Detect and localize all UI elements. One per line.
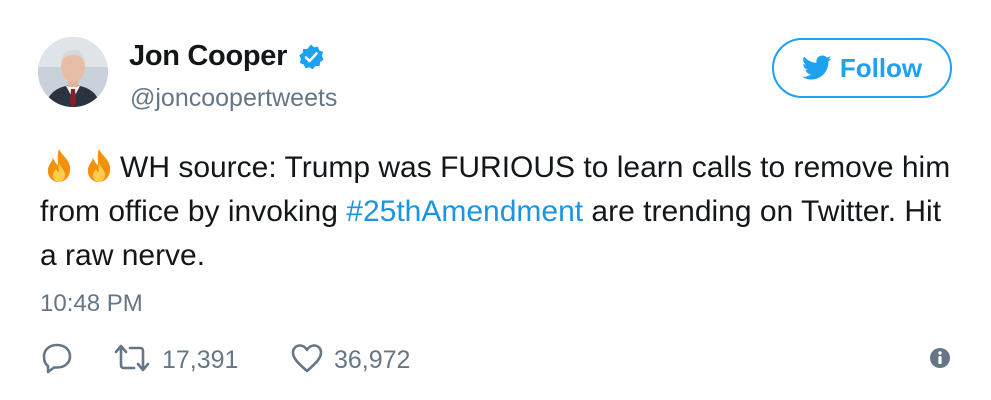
tweet-text: WH source: Trump was FURIOUS to learn ca… — [40, 146, 960, 278]
avatar[interactable] — [38, 37, 108, 107]
like-count: 36,972 — [334, 345, 411, 374]
reply-button[interactable] — [40, 340, 74, 380]
follow-button[interactable]: Follow — [772, 38, 952, 98]
retweet-button[interactable]: 17,391 — [112, 340, 238, 380]
twitter-bird-icon — [801, 55, 832, 81]
heart-icon — [290, 341, 324, 380]
user-name-row: Jon Cooper — [129, 40, 325, 73]
verified-badge-icon — [297, 43, 325, 71]
info-icon — [928, 346, 952, 375]
tweet-timestamp[interactable]: 10:48 PM — [40, 290, 143, 318]
like-button[interactable]: 36,972 — [290, 340, 410, 380]
retweet-icon — [112, 341, 152, 380]
fire-emoji-icon — [80, 147, 118, 185]
user-handle[interactable]: @joncoopertweets — [130, 84, 337, 113]
retweet-count: 17,391 — [162, 345, 239, 374]
reply-icon — [40, 341, 74, 380]
info-button[interactable] — [928, 340, 952, 380]
fire-emoji-icon — [40, 147, 78, 185]
follow-label: Follow — [839, 52, 923, 83]
hashtag-link[interactable]: #25thAmendment — [346, 195, 583, 228]
tweet-actions: 17,391 36,972 — [40, 340, 960, 380]
display-name[interactable]: Jon Cooper — [129, 40, 287, 73]
